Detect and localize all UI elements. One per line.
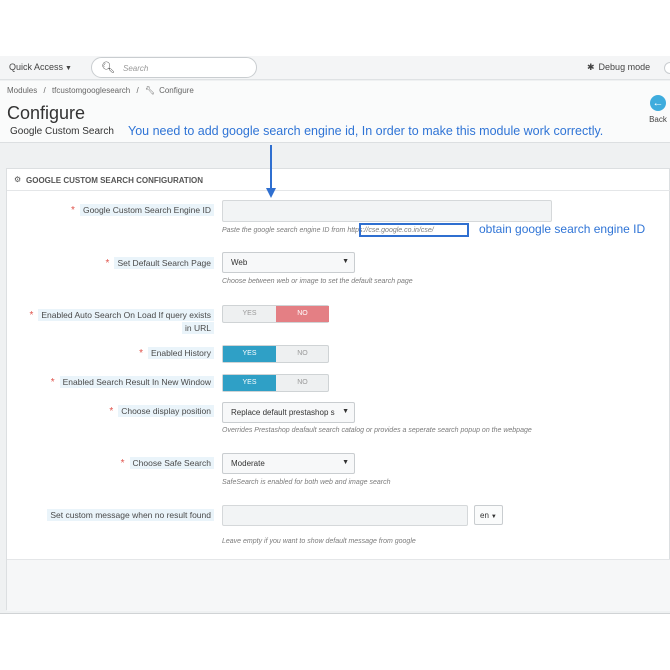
breadcrumb-modules[interactable]: Modules (7, 86, 37, 95)
required-mark: * (120, 458, 125, 469)
auto-search-label-text-2: in URL (182, 322, 214, 334)
engine-id-input[interactable] (222, 200, 552, 222)
breadcrumb-configure: Configure (159, 86, 194, 95)
panel-heading-text: GOOGLE CUSTOM SEARCH CONFIGURATION (26, 176, 204, 185)
quick-access-label: Quick Access (9, 62, 64, 72)
default-page-help: Choose between web or image to set the d… (222, 278, 413, 285)
history-toggle[interactable]: YES NO (222, 345, 329, 363)
default-page-value: Web (231, 258, 248, 267)
debug-mode-link[interactable]: ✱ Debug mode (587, 62, 650, 73)
wrench-icon: 🔧︎ (144, 86, 156, 95)
required-mark: * (109, 406, 114, 417)
toggle-no[interactable]: NO (276, 375, 329, 391)
custom-message-input[interactable] (222, 505, 468, 526)
auto-search-label-text: Enabled Auto Search On Load If query exi… (38, 309, 214, 321)
display-position-help: Overrides Prestashop deafault search cat… (222, 427, 532, 434)
auto-search-label: * Enabled Auto Search On Load If query ex… (10, 309, 214, 334)
display-position-select[interactable]: Replace default prestashop s ▼ (222, 402, 355, 423)
safe-search-help: SafeSearch is enabled for both web and i… (222, 479, 391, 486)
back-button[interactable]: ← Back (646, 95, 670, 124)
search-icon: 🔍︎ (101, 62, 115, 74)
url-highlight-box (359, 223, 469, 237)
history-label: * Enabled History (40, 347, 214, 359)
breadcrumb: Modules / tfcustomgooglesearch / 🔧︎ Confi… (7, 86, 198, 95)
caret-down-icon: ▼ (342, 258, 349, 265)
cogs-icon: ⚙ (14, 175, 22, 184)
custom-message-label: Set custom message when no result found (10, 509, 214, 521)
new-window-label: * Enabled Search Result In New Window (20, 376, 214, 388)
history-label-text: Enabled History (147, 347, 214, 359)
top-bar: Quick Access ▼ 🔍︎ Search ✱ Debug mode (0, 56, 670, 80)
auto-search-toggle[interactable]: YES NO (222, 305, 329, 323)
custom-message-help: Leave empty if you want to show default … (222, 538, 416, 545)
required-mark: * (105, 258, 110, 269)
quick-access-menu[interactable]: Quick Access ▼ (9, 62, 72, 72)
back-arrow-icon: ← (650, 95, 666, 111)
engine-id-label: * Google Custom Search Engine ID (40, 204, 214, 216)
breadcrumb-separator: / (136, 86, 139, 95)
required-mark: * (139, 348, 143, 359)
display-position-label: * Choose display position (40, 405, 214, 417)
default-page-label-text: Set Default Search Page (114, 257, 214, 269)
panel-heading: ⚙ GOOGLE CUSTOM SEARCH CONFIGURATION (7, 169, 670, 191)
bug-icon: ✱ (587, 62, 595, 72)
safe-search-select[interactable]: Moderate ▼ (222, 453, 355, 474)
toggle-no[interactable]: NO (276, 306, 329, 322)
page-title: Configure (7, 103, 86, 123)
safe-search-label-text: Choose Safe Search (129, 457, 214, 469)
required-mark: * (50, 377, 55, 388)
admin-area: Quick Access ▼ 🔍︎ Search ✱ Debug mode Modu… (0, 56, 670, 614)
toggle-yes[interactable]: YES (223, 346, 276, 362)
default-page-select[interactable]: Web ▼ (222, 252, 355, 273)
display-position-value: Replace default prestashop s (231, 408, 335, 417)
breadcrumb-separator: / (43, 86, 46, 95)
annotation-obtain-note: obtain google search engine ID (479, 222, 646, 236)
required-mark: * (71, 205, 75, 216)
default-page-label: * Set Default Search Page (40, 257, 214, 269)
annotation-top-note: You need to add google search engine id,… (128, 124, 604, 138)
required-mark: * (29, 310, 34, 321)
safe-search-label: * Choose Safe Search (40, 457, 214, 469)
language-value: en (480, 511, 489, 520)
divider (0, 613, 670, 614)
annotation-arrow-icon (266, 145, 276, 198)
page-subtitle: Google Custom Search (10, 126, 114, 137)
back-label: Back (649, 115, 667, 124)
toggle-yes[interactable]: YES (223, 306, 276, 322)
custom-message-label-text: Set custom message when no result found (47, 509, 214, 521)
notification-circle[interactable] (664, 62, 670, 74)
breadcrumb-module-name[interactable]: tfcustomgooglesearch (52, 86, 130, 95)
caret-down-icon: ▼ (490, 514, 497, 520)
language-dropdown[interactable]: en ▼ (474, 505, 503, 525)
safe-search-value: Moderate (231, 459, 265, 468)
caret-down-icon: ▼ (342, 459, 349, 466)
search-box[interactable]: 🔍︎ Search (91, 57, 257, 78)
engine-id-label-text: Google Custom Search Engine ID (79, 204, 214, 216)
engine-id-help-text: Paste the google search engine ID from (222, 227, 346, 234)
toggle-yes[interactable]: YES (223, 375, 276, 391)
toggle-no[interactable]: NO (276, 346, 329, 362)
caret-down-icon: ▼ (342, 408, 349, 415)
search-input[interactable]: Search (123, 64, 148, 73)
caret-down-icon: ▼ (65, 65, 72, 72)
debug-mode-label: Debug mode (598, 62, 651, 72)
display-position-label-text: Choose display position (118, 405, 214, 417)
new-window-toggle[interactable]: YES NO (222, 374, 329, 392)
panel-footer (7, 559, 670, 611)
new-window-label-text: Enabled Search Result In New Window (59, 376, 214, 388)
